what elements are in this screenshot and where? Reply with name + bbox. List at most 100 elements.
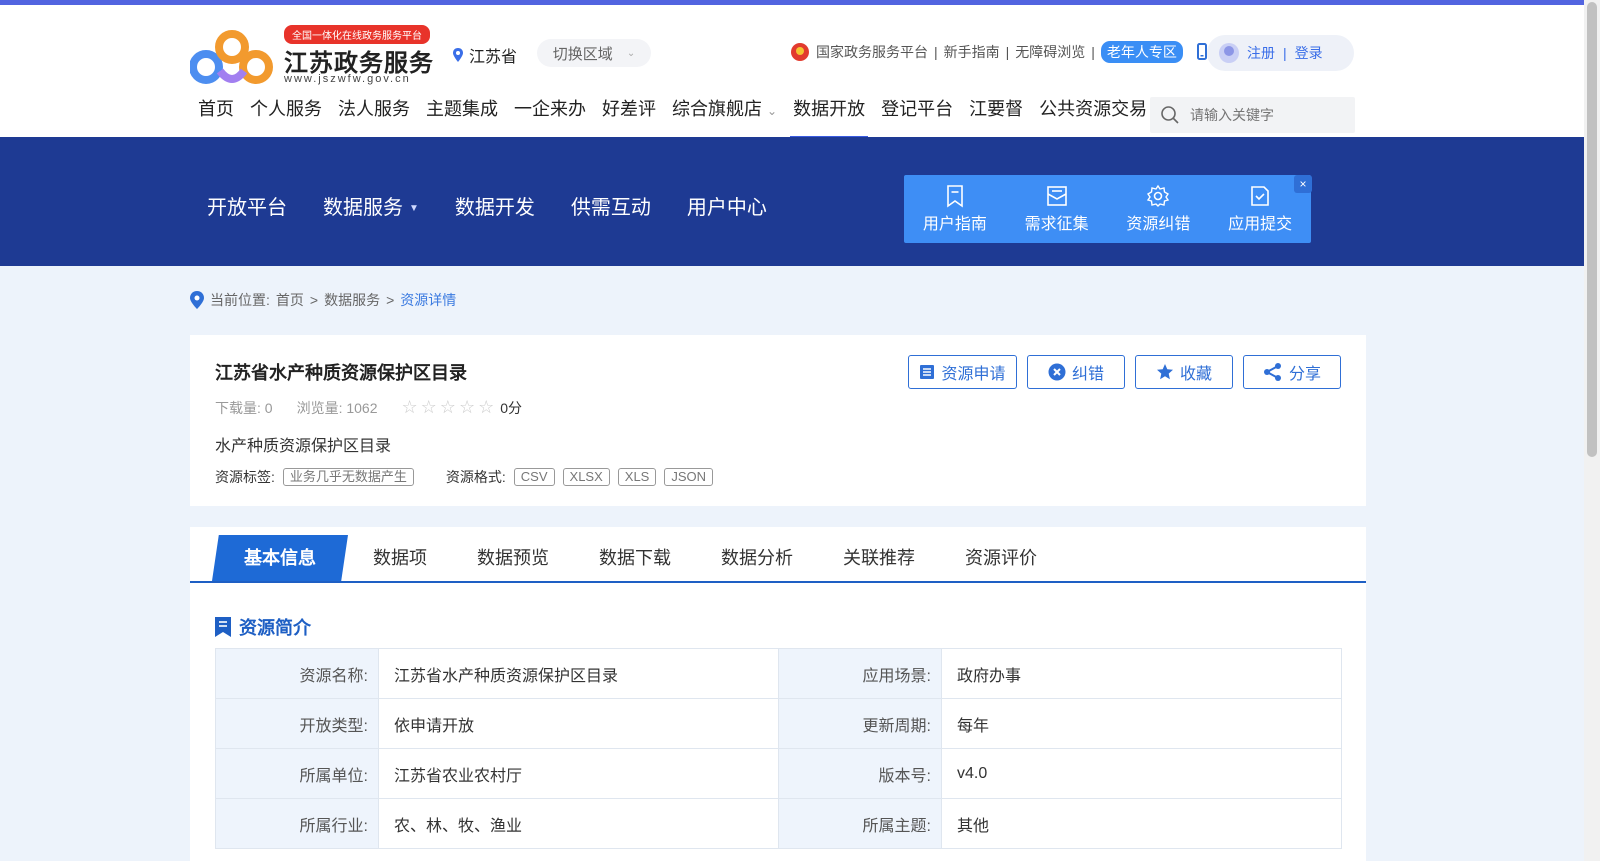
chevron-down-icon: ⌄ xyxy=(626,47,636,59)
site-logo[interactable]: 全国一体化在线政务服务平台 江苏政务服务 www.jszwfw.gov.cn xyxy=(190,25,433,89)
field-value: 政府办事 xyxy=(941,648,1342,699)
tab-data-analysis[interactable]: 数据分析 xyxy=(696,535,818,581)
nav-item-themes[interactable]: 主题集成 xyxy=(426,97,498,137)
resource-actions: 资源申请 纠错 收藏 分享 xyxy=(908,355,1341,389)
download-count-value: 0 xyxy=(264,399,273,416)
location-pin-icon xyxy=(453,48,463,62)
star-icon[interactable]: ☆ xyxy=(402,397,418,418)
search-input[interactable] xyxy=(1190,107,1340,123)
field-label: 版本号: xyxy=(778,748,942,799)
register-link[interactable]: 注册 xyxy=(1247,43,1275,63)
resource-tag[interactable]: 业务几乎无数据产生 xyxy=(282,468,414,486)
tab-data-preview[interactable]: 数据预览 xyxy=(452,535,574,581)
bookmark-icon xyxy=(947,185,963,208)
quick-demand[interactable]: 需求征集 xyxy=(1012,184,1102,234)
correct-button[interactable]: 纠错 xyxy=(1027,355,1125,389)
tab-data-download[interactable]: 数据下载 xyxy=(574,535,696,581)
site-header: 全国一体化在线政务服务平台 江苏政务服务 www.jszwfw.gov.cn 江… xyxy=(0,5,1584,139)
elder-zone-link[interactable]: 老年人专区 xyxy=(1100,41,1183,63)
nav-item-home[interactable]: 首页 xyxy=(198,97,234,137)
quick-correction[interactable]: 资源纠错 xyxy=(1113,184,1203,234)
format-tag-csv: CSV xyxy=(513,468,555,486)
subnav-item-open-platform[interactable]: 开放平台 xyxy=(207,191,287,220)
breadcrumb-home[interactable]: 首页 xyxy=(276,290,304,310)
star-icon[interactable]: ☆ xyxy=(421,397,437,418)
quick-submit-app[interactable]: 应用提交 xyxy=(1215,184,1305,234)
star-icon xyxy=(1156,364,1173,380)
nav-item-evaluation[interactable]: 好差评 xyxy=(602,97,656,137)
rating: ☆ ☆ ☆ ☆ ☆ 0分 xyxy=(402,397,523,418)
breadcrumb-separator: > xyxy=(386,292,395,308)
sub-nav: 开放平台 数据服务 ▼ 数据开发 供需互动 用户中心 xyxy=(207,191,767,220)
format-tag-xlsx: XLSX xyxy=(562,468,610,486)
tab-related[interactable]: 关联推荐 xyxy=(818,535,940,581)
correct-label: 纠错 xyxy=(1071,366,1104,383)
login-link[interactable]: 登录 xyxy=(1295,43,1323,63)
download-count-label: 下载量: xyxy=(215,399,261,416)
favorite-button[interactable]: 收藏 xyxy=(1135,355,1233,389)
view-count-label: 浏览量: xyxy=(296,399,343,416)
subnav-item-data-dev[interactable]: 数据开发 xyxy=(455,191,535,220)
breadcrumb-current: 资源详情 xyxy=(400,292,457,308)
divider: | xyxy=(1283,45,1287,61)
apply-resource-button[interactable]: 资源申请 xyxy=(908,355,1017,389)
apply-resource-label: 资源申请 xyxy=(941,366,1006,383)
share-label: 分享 xyxy=(1288,366,1321,383)
share-button[interactable]: 分享 xyxy=(1243,355,1341,389)
breadcrumb-separator: > xyxy=(309,292,319,308)
field-label: 更新周期: xyxy=(778,698,942,749)
tab-data-items[interactable]: 数据项 xyxy=(348,535,452,581)
field-label: 资源名称: xyxy=(215,648,379,699)
nav-item-corporate[interactable]: 法人服务 xyxy=(338,97,410,137)
nav-item-personal[interactable]: 个人服务 xyxy=(250,97,322,137)
resource-description: 水产种质资源保护区目录 xyxy=(215,438,392,455)
nav-item-enterprise[interactable]: 一企来办 xyxy=(514,97,586,137)
resource-meta: 资源标签: 业务几乎无数据产生 资源格式: CSV XLSX XLS JSON xyxy=(215,467,714,487)
resource-stats: 下载量: 0 浏览量: 1062 ☆ ☆ ☆ ☆ ☆ 0分 xyxy=(215,397,522,418)
quick-user-guide[interactable]: 用户指南 xyxy=(910,184,1000,234)
open-data-banner: 开放平台 数据服务 ▼ 数据开发 供需互动 用户中心 用户指南 需求征集 资源纠错… xyxy=(0,137,1584,266)
field-value: 每年 xyxy=(941,698,1342,749)
logo-mark-icon xyxy=(190,30,273,84)
star-icon[interactable]: ☆ xyxy=(459,397,475,418)
switch-region-button[interactable]: 切换区域 ⌄ xyxy=(537,39,651,67)
caret-down-icon: ▼ xyxy=(409,203,419,215)
nav-item-open-data[interactable]: 数据开放 xyxy=(790,97,869,139)
location-pin-icon xyxy=(190,291,204,309)
quick-demand-label: 需求征集 xyxy=(1024,216,1089,233)
resource-info-table: 资源名称: 江苏省水产种质资源保护区目录 应用场景: 政府办事 开放类型: 依申… xyxy=(215,648,1342,849)
nav-item-flagship[interactable]: 综合旗舰店 ⌄ xyxy=(672,97,777,137)
star-icon[interactable]: ☆ xyxy=(440,397,456,418)
nav-item-registration[interactable]: 登记平台 xyxy=(881,97,953,137)
subnav-item-data-service[interactable]: 数据服务 ▼ xyxy=(323,191,419,220)
subnav-item-user-center[interactable]: 用户中心 xyxy=(687,191,767,220)
rating-stars[interactable]: ☆ ☆ ☆ ☆ ☆ xyxy=(402,397,495,418)
tab-basic-info[interactable]: 基本信息 xyxy=(212,535,348,581)
field-label: 所属主题: xyxy=(778,798,942,849)
field-label: 开放类型: xyxy=(215,698,379,749)
close-icon[interactable]: × xyxy=(1294,175,1312,193)
newbie-guide-link[interactable]: 新手指南 xyxy=(944,42,1000,62)
tags-label: 资源标签: xyxy=(215,469,275,485)
view-count: 浏览量: 1062 xyxy=(297,398,378,418)
gear-icon xyxy=(1147,184,1170,207)
accessible-browse-link[interactable]: 无障碍浏览 xyxy=(1015,42,1085,62)
field-label: 所属单位: xyxy=(215,748,379,799)
nav-item-supervision[interactable]: 江要督 xyxy=(969,97,1023,137)
vertical-scrollbar[interactable] xyxy=(1584,0,1600,861)
table-row: 开放类型: 依申请开放 更新周期: 每年 xyxy=(215,698,1342,749)
breadcrumb-data-service[interactable]: 数据服务 xyxy=(324,290,380,310)
main-nav: 首页 个人服务 法人服务 主题集成 一企来办 好差评 综合旗舰店 ⌄ 数据开放 … xyxy=(198,97,1163,139)
search-box xyxy=(1150,97,1355,133)
subnav-item-supply-demand[interactable]: 供需互动 xyxy=(571,191,651,220)
mail-icon xyxy=(1046,186,1067,206)
list-icon xyxy=(920,365,935,379)
nav-item-public-resource[interactable]: 公共资源交易 xyxy=(1039,97,1147,137)
scrollbar-thumb[interactable] xyxy=(1587,2,1597,457)
error-circle-icon xyxy=(1048,363,1066,381)
search-icon[interactable] xyxy=(1160,105,1180,125)
tab-review[interactable]: 资源评价 xyxy=(940,535,1062,581)
logo-badge: 全国一体化在线政务服务平台 xyxy=(284,25,430,44)
star-icon[interactable]: ☆ xyxy=(478,397,494,418)
national-platform-link[interactable]: 国家政务服务平台 xyxy=(816,42,928,62)
